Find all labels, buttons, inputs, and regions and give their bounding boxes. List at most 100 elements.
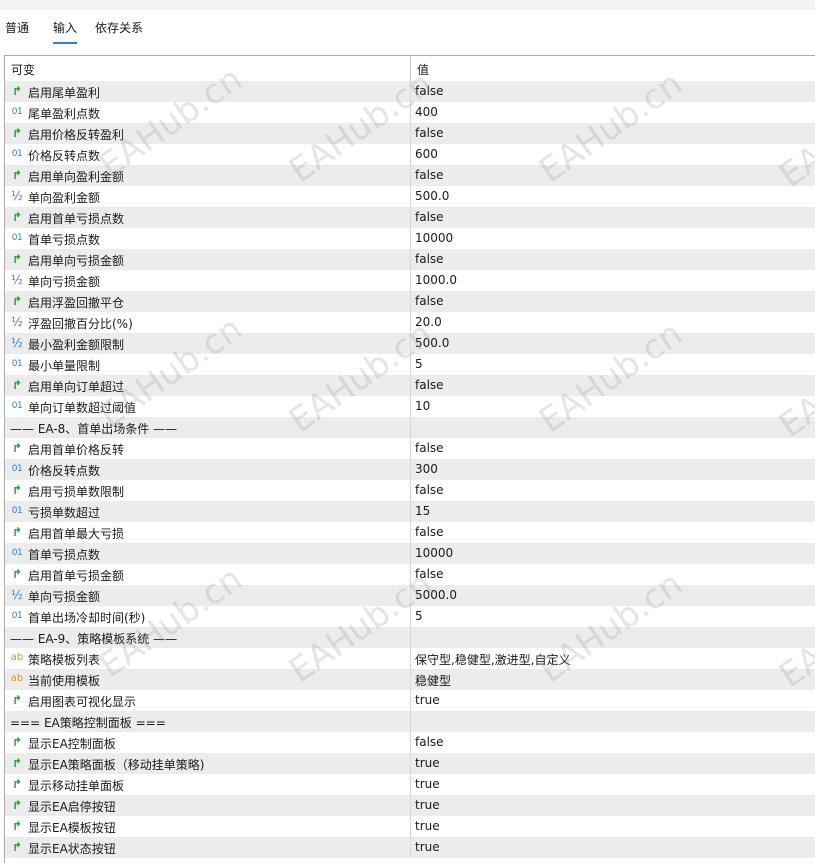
variable-value[interactable]: false bbox=[415, 483, 444, 497]
variable-value[interactable]: false bbox=[415, 525, 444, 539]
table-row[interactable]: ↱ 显示EA状态按钮 true bbox=[5, 837, 815, 858]
column-header-variable[interactable]: 可变 bbox=[11, 61, 35, 78]
flag-arrow-icon: ↱ bbox=[11, 168, 23, 182]
table-row[interactable]: 01 单向订单数超过阈值 10 bbox=[5, 396, 815, 417]
table-row[interactable]: 01 首单亏损点数 10000 bbox=[5, 543, 815, 564]
table-row[interactable]: ↱ 启用价格反转盈利 false bbox=[5, 123, 815, 144]
variable-value[interactable]: true bbox=[415, 693, 440, 707]
tab-common[interactable]: 普通 bbox=[5, 20, 29, 42]
column-divider bbox=[410, 501, 411, 522]
table-row[interactable]: ↱ 启用单向亏损金额 false bbox=[5, 249, 815, 270]
variable-value[interactable]: 600 bbox=[415, 147, 438, 161]
variable-value[interactable]: 5000.0 bbox=[415, 588, 457, 602]
table-row[interactable]: ½ 单向亏损金额 1000.0 bbox=[5, 270, 815, 291]
variable-value[interactable]: 500.0 bbox=[415, 189, 449, 203]
table-row[interactable]: ↱ 启用亏损单数限制 false bbox=[5, 480, 815, 501]
table-header: 可变 值 bbox=[5, 56, 815, 81]
flag-arrow-icon: ↱ bbox=[11, 777, 23, 791]
column-divider bbox=[410, 354, 411, 375]
variable-value[interactable]: 10000 bbox=[415, 546, 453, 560]
table-row[interactable]: 01 首单出场冷却时间(秒) 5 bbox=[5, 606, 815, 627]
variable-value[interactable]: false bbox=[415, 84, 444, 98]
integer-icon: 01 bbox=[11, 107, 23, 117]
flag-arrow-icon: ↱ bbox=[11, 294, 23, 308]
flag-arrow-icon: ↱ bbox=[11, 567, 23, 581]
table-row[interactable]: ab 当前使用模板 稳健型 bbox=[5, 669, 815, 690]
variable-value[interactable]: true bbox=[415, 840, 440, 854]
variable-name: 首单亏损点数 bbox=[28, 233, 101, 247]
variable-value[interactable]: 400 bbox=[415, 105, 438, 119]
variable-name: 单向亏损金额 bbox=[28, 590, 101, 604]
table-row[interactable]: ↱ 显示EA策略面板（移动挂单策略) true bbox=[5, 753, 815, 774]
variable-name: 启用首单最大亏损 bbox=[28, 527, 125, 541]
variable-value[interactable]: 10000 bbox=[415, 231, 453, 245]
section-title: === EA策略控制面板 === bbox=[10, 716, 166, 730]
variable-value[interactable]: 5 bbox=[415, 357, 423, 371]
fraction-icon: ½ bbox=[11, 273, 23, 287]
column-header-value[interactable]: 值 bbox=[417, 61, 429, 78]
tab-inputs[interactable]: 输入 bbox=[53, 20, 78, 44]
variable-value[interactable]: false bbox=[415, 735, 444, 749]
variable-value[interactable]: 20.0 bbox=[415, 315, 442, 329]
tab-dependencies[interactable]: 依存关系 bbox=[95, 20, 143, 42]
table-row[interactable]: ↱ 启用图表可视化显示 true bbox=[5, 690, 815, 711]
integer-icon: 01 bbox=[11, 233, 23, 243]
variable-value[interactable]: false bbox=[415, 126, 444, 140]
variable-value[interactable]: false bbox=[415, 441, 444, 455]
table-row[interactable]: 01 价格反转点数 300 bbox=[5, 459, 815, 480]
variable-value[interactable]: true bbox=[415, 798, 440, 812]
variable-value[interactable]: 500.0 bbox=[415, 336, 449, 350]
variable-value[interactable]: false bbox=[415, 294, 444, 308]
section-row[interactable]: === EA策略控制面板 === bbox=[5, 711, 815, 732]
table-row[interactable]: ↱ 启用尾单盈利 false bbox=[5, 81, 815, 102]
table-row[interactable]: ½ 最小盈利金额限制 500.0 bbox=[5, 333, 815, 354]
table-row[interactable]: ½ 单向盈利金额 500.0 bbox=[5, 186, 815, 207]
variable-value[interactable]: 5 bbox=[415, 609, 423, 623]
section-row[interactable]: —— EA-8、首单出场条件 —— bbox=[5, 417, 815, 438]
variable-value[interactable]: 15 bbox=[415, 504, 430, 518]
table-row[interactable]: 01 价格反转点数 600 bbox=[5, 144, 815, 165]
table-row[interactable]: 01 尾单盈利点数 400 bbox=[5, 102, 815, 123]
variable-value[interactable]: 10 bbox=[415, 399, 430, 413]
table-row[interactable]: ↱ 显示EA启停按钮 true bbox=[5, 795, 815, 816]
table-row[interactable]: ↱ 显示EA模板按钮 true bbox=[5, 816, 815, 837]
table-row[interactable]: ab 策略模板列表 保守型,稳健型,激进型,自定义 bbox=[5, 648, 815, 669]
table-row[interactable]: ↱ 显示EA控制面板 false bbox=[5, 732, 815, 753]
table-row[interactable]: ↱ 显示移动挂单面板 true bbox=[5, 774, 815, 795]
variable-name: 浮盈回撤百分比(%) bbox=[28, 317, 133, 331]
table-row[interactable]: ↱ 启用单向盈利金额 false bbox=[5, 165, 815, 186]
variable-value[interactable]: false bbox=[415, 252, 444, 266]
variable-name: 显示EA策略面板（移动挂单策略) bbox=[28, 758, 205, 772]
table-row[interactable]: ↱ 启用浮盈回撤平仓 false bbox=[5, 291, 815, 312]
table-row[interactable]: ½ 单向亏损金额 5000.0 bbox=[5, 585, 815, 606]
column-divider bbox=[410, 81, 411, 102]
variable-name: 启用单向订单超过 bbox=[28, 380, 125, 394]
variable-value[interactable]: false bbox=[415, 168, 444, 182]
table-row[interactable]: ↱ 启用首单价格反转 false bbox=[5, 438, 815, 459]
variable-value[interactable]: false bbox=[415, 210, 444, 224]
variable-name: 启用价格反转盈利 bbox=[28, 128, 125, 142]
variable-value[interactable]: 稳健型 bbox=[415, 672, 451, 689]
variable-value[interactable]: true bbox=[415, 819, 440, 833]
table-row[interactable]: ↱ 启用首单亏损金额 false bbox=[5, 564, 815, 585]
variable-value[interactable]: true bbox=[415, 756, 440, 770]
table-row[interactable]: ↱ 启用首单最大亏损 false bbox=[5, 522, 815, 543]
table-row[interactable]: ½ 浮盈回撤百分比(%) 20.0 bbox=[5, 312, 815, 333]
variable-name: 显示EA控制面板 bbox=[28, 737, 116, 751]
column-divider[interactable] bbox=[410, 56, 411, 81]
variable-value[interactable]: 保守型,稳健型,激进型,自定义 bbox=[415, 651, 570, 668]
variable-value[interactable]: true bbox=[415, 777, 440, 791]
variable-value[interactable]: 1000.0 bbox=[415, 273, 457, 287]
variable-value[interactable]: false bbox=[415, 567, 444, 581]
variable-name: 显示移动挂单面板 bbox=[28, 779, 125, 793]
flag-arrow-icon: ↱ bbox=[11, 483, 23, 497]
column-divider bbox=[410, 711, 411, 732]
variable-value[interactable]: false bbox=[415, 378, 444, 392]
section-row[interactable]: —— EA-9、策略模板系统 —— bbox=[5, 627, 815, 648]
table-row[interactable]: 01 首单亏损点数 10000 bbox=[5, 228, 815, 249]
table-row[interactable]: 01 最小单量限制 5 bbox=[5, 354, 815, 375]
variable-value[interactable]: 300 bbox=[415, 462, 438, 476]
table-row[interactable]: ↱ 启用首单亏损点数 false bbox=[5, 207, 815, 228]
table-row[interactable]: 01 亏损单数超过 15 bbox=[5, 501, 815, 522]
table-row[interactable]: ↱ 启用单向订单超过 false bbox=[5, 375, 815, 396]
